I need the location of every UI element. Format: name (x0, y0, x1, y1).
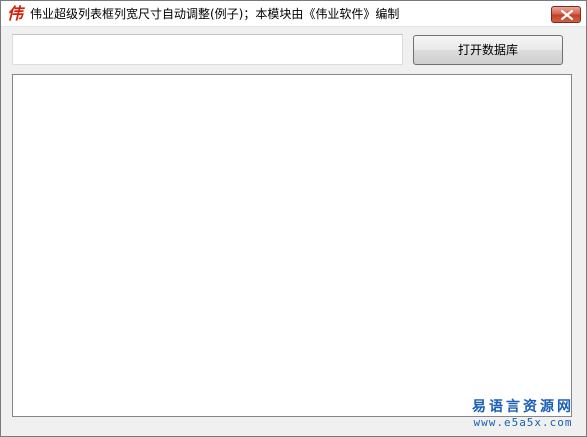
app-logo-icon: 伟 (6, 4, 23, 23)
close-button[interactable] (551, 6, 581, 23)
super-listview[interactable] (12, 74, 572, 417)
title-bar[interactable]: 伟 伟业超级列表框列宽尺寸自动调整(例子)；本模块由《伟业软件》编制 (1, 1, 586, 27)
path-input[interactable] (12, 34, 403, 65)
main-window: 伟 伟业超级列表框列宽尺寸自动调整(例子)；本模块由《伟业软件》编制 打开数据库… (0, 0, 587, 437)
watermark-site-url: www.e5a5x.com (473, 416, 573, 429)
close-icon (561, 10, 573, 20)
window-title: 伟业超级列表框列宽尺寸自动调整(例子)；本模块由《伟业软件》编制 (30, 7, 400, 21)
open-database-button[interactable]: 打开数据库 (413, 35, 563, 65)
